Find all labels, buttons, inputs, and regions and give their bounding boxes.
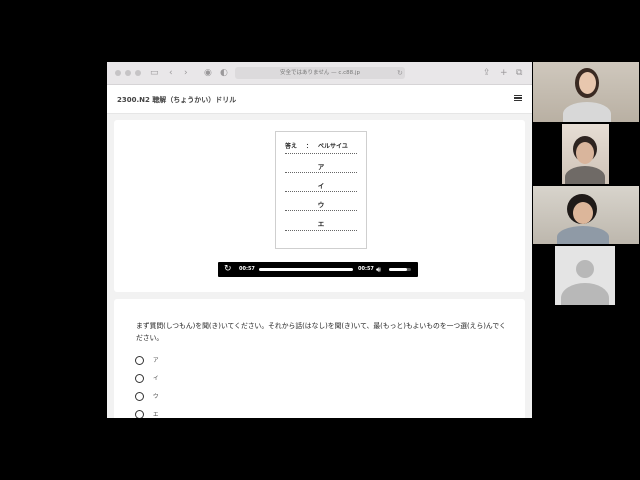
tabs-icon[interactable]: ⧉	[516, 67, 522, 79]
participant-body	[565, 166, 605, 184]
sheet-option: ア	[317, 163, 325, 171]
sheet-divider	[285, 210, 357, 211]
radio-button[interactable]	[135, 374, 144, 383]
avatar-icon	[576, 260, 594, 278]
reload-icon[interactable]: ↻	[397, 67, 403, 79]
volume-slider[interactable]	[389, 268, 411, 271]
sidebar-icon[interactable]: ▭	[150, 67, 159, 79]
address-text: 安全ではありません — c.c88.jp	[280, 70, 360, 76]
site-header: 2300.N2 聴解（ちょうかい）ドリル	[107, 85, 532, 114]
choice-label: エ	[153, 412, 159, 418]
duration-time: 00:57	[358, 266, 374, 272]
participant-video-2	[562, 124, 609, 184]
audio-player: ↻ 00:57 00:57 🔊︎	[218, 262, 418, 277]
sheet-option: イ	[317, 182, 325, 190]
sheet-option: エ	[317, 220, 325, 228]
sheet-option: ウ	[317, 201, 325, 209]
answer-label: 答え	[285, 143, 298, 150]
answer-value: ベルサイユ	[318, 143, 348, 150]
participant-face	[579, 72, 596, 94]
participant-body	[557, 226, 609, 244]
replay-icon[interactable]: ↻	[224, 264, 232, 275]
choice-label: イ	[153, 376, 159, 382]
participant-body	[563, 102, 611, 122]
reader-icon[interactable]: ◐	[220, 67, 228, 79]
participant-face	[576, 142, 594, 164]
sheet-divider	[285, 172, 357, 173]
shield-icon[interactable]: ◉	[204, 67, 212, 79]
address-bar[interactable]: 安全ではありません — c.c88.jp	[235, 67, 405, 79]
question-card: まず質問(しつもん)を聞(き)いてください。それから話(はなし)を聞(き)いて、…	[114, 299, 525, 418]
forward-icon[interactable]: ›	[184, 67, 188, 79]
choice-label: ア	[153, 358, 159, 364]
avatar-body	[561, 283, 609, 305]
participant-face	[573, 202, 593, 224]
radio-button[interactable]	[135, 392, 144, 401]
browser-window: ▭ ‹ › ◉ ◐ 安全ではありません — c.c88.jp ↻ ⇪ + ⧉ 2…	[107, 62, 532, 418]
back-icon[interactable]: ‹	[169, 67, 173, 79]
window-minimize-button[interactable]	[125, 70, 131, 76]
new-tab-icon[interactable]: +	[500, 67, 508, 79]
participant-placeholder	[555, 246, 615, 305]
participant-video-3	[533, 186, 639, 244]
window-close-button[interactable]	[115, 70, 121, 76]
radio-button[interactable]	[135, 410, 144, 418]
window-zoom-button[interactable]	[135, 70, 141, 76]
radio-button[interactable]	[135, 356, 144, 365]
sheet-divider	[285, 191, 357, 192]
question-text: まず質問(しつもん)を聞(き)いてください。それから話(はなし)を聞(き)いて、…	[136, 322, 506, 342]
page-title: 2300.N2 聴解（ちょうかい）ドリル	[117, 96, 237, 104]
audio-card: 答え ： ベルサイユ ア イ ウ エ ↻ 00:57 00:57 🔊︎	[114, 120, 525, 292]
answer-sheet-image: 答え ： ベルサイユ ア イ ウ エ	[275, 131, 367, 249]
participant-video-1	[533, 62, 639, 122]
choice-label: ウ	[153, 394, 159, 400]
volume-level	[389, 268, 407, 271]
sheet-divider	[285, 230, 357, 231]
share-icon[interactable]: ⇪	[483, 67, 491, 79]
hamburger-menu-icon[interactable]	[514, 95, 522, 101]
seek-slider[interactable]	[259, 268, 353, 271]
volume-icon[interactable]: 🔊︎	[376, 263, 381, 276]
sheet-divider	[285, 153, 357, 154]
answer-colon: ：	[306, 143, 313, 150]
current-time: 00:57	[239, 266, 255, 272]
browser-toolbar: ▭ ‹ › ◉ ◐ 安全ではありません — c.c88.jp ↻ ⇪ + ⧉	[107, 62, 532, 85]
